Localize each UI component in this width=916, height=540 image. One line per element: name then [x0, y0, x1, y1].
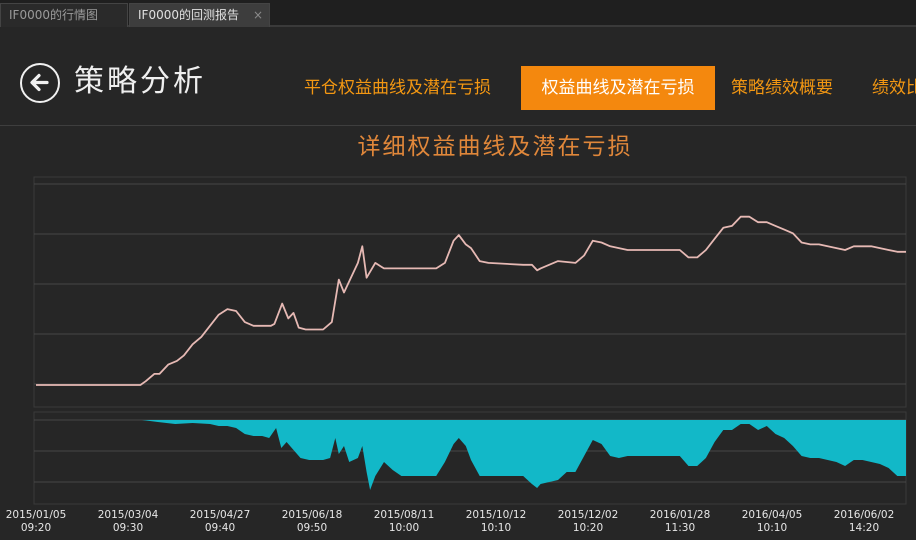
equity-line — [36, 215, 906, 386]
x-tick-date: 2015/03/04 — [97, 509, 159, 521]
x-tick-time: 09:40 — [204, 522, 236, 534]
x-tick-time: 10:00 — [388, 522, 420, 534]
x-tick-time: 10:10 — [756, 522, 788, 534]
x-tick-time: 11:30 — [664, 522, 696, 534]
x-tick-date: 2015/12/02 — [557, 509, 619, 521]
drawdown-area — [142, 420, 907, 490]
x-tick-time: 10:20 — [572, 522, 604, 534]
x-tick-time: 10:10 — [480, 522, 512, 534]
x-tick-time: 09:20 — [20, 522, 52, 534]
x-tick-date: 2016/06/02 — [833, 509, 895, 521]
equity-drawdown-chart — [33, 176, 907, 505]
x-tick-date: 2015/04/27 — [189, 509, 251, 521]
x-tick-date: 2015/10/12 — [465, 509, 527, 521]
x-tick-date: 2015/08/11 — [373, 509, 435, 521]
x-tick-time: 09:50 — [296, 522, 328, 534]
x-tick-date: 2016/04/05 — [741, 509, 803, 521]
x-tick-date: 2015/06/18 — [281, 509, 343, 521]
x-tick-time: 09:30 — [112, 522, 144, 534]
x-tick-date: 2015/01/05 — [5, 509, 67, 521]
x-tick-time: 14:20 — [848, 522, 880, 534]
x-tick-date: 2016/01/28 — [649, 509, 711, 521]
equity-plot-frame — [33, 176, 907, 408]
